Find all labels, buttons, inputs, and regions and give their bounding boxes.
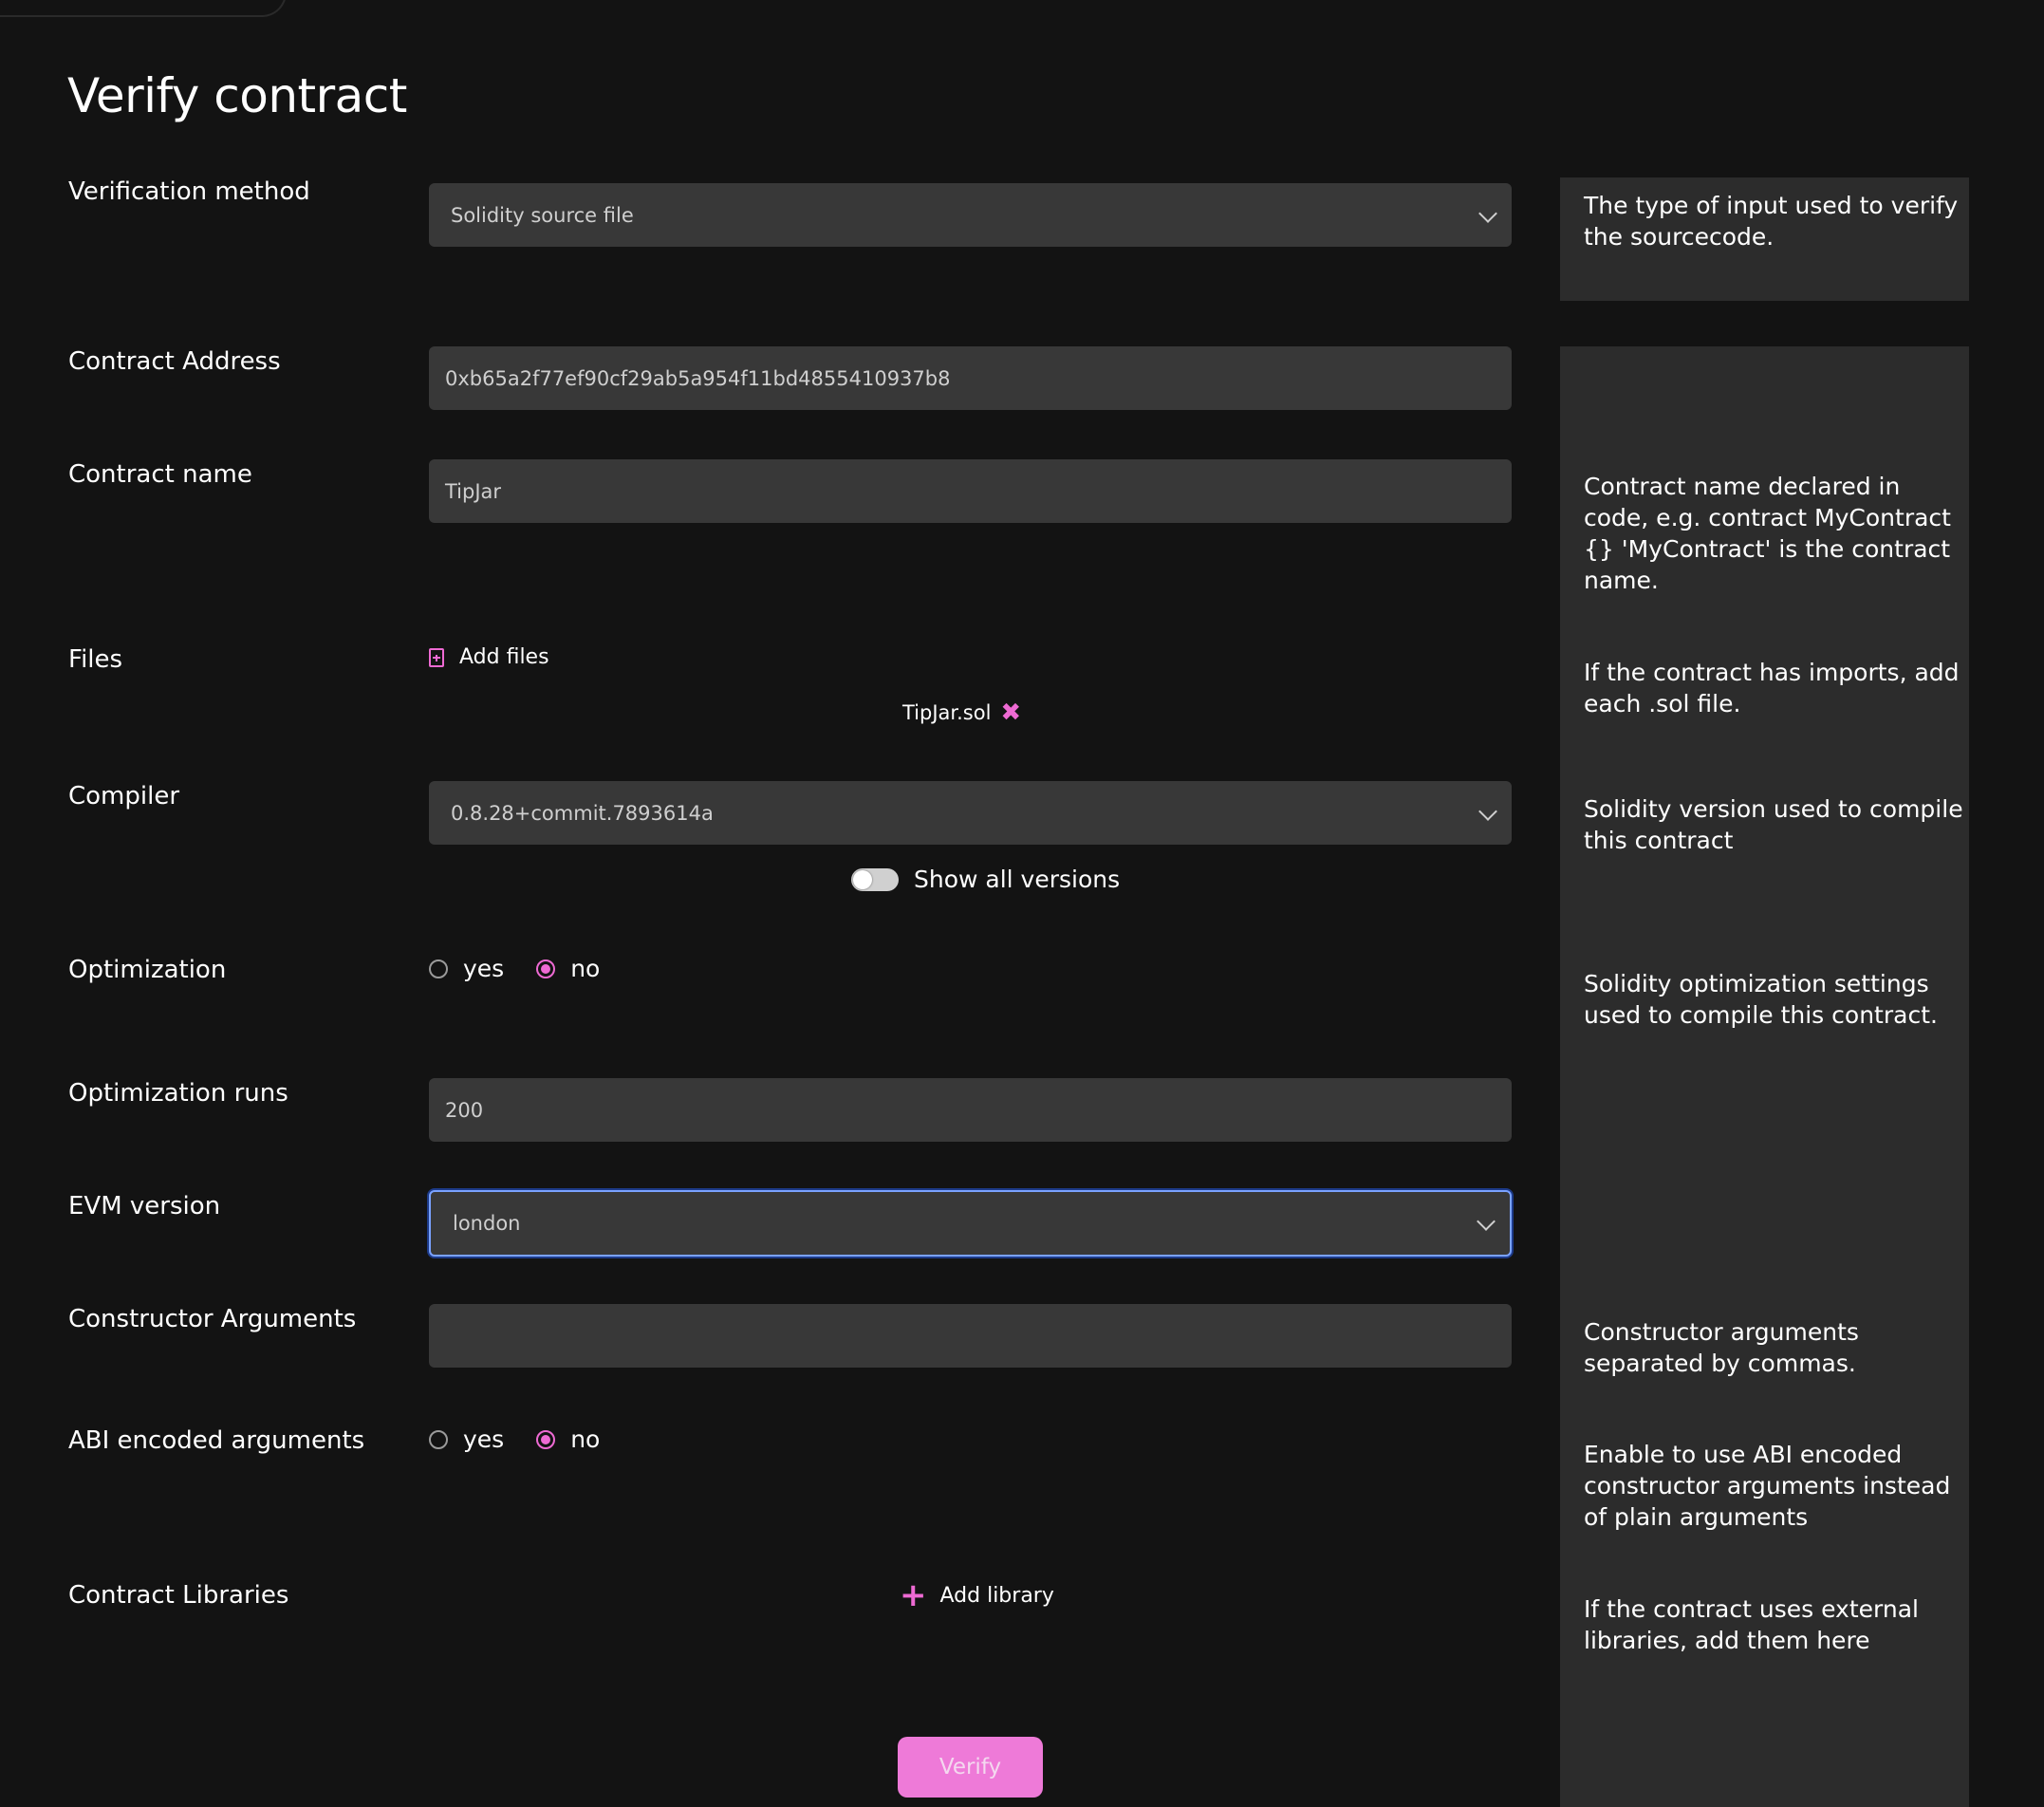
- abi-encoded-radio-group: yes no: [429, 1425, 632, 1453]
- compiler-label: Compiler: [68, 782, 180, 810]
- abi-encoded-yes-label: yes: [463, 1425, 505, 1453]
- verify-button[interactable]: Verify: [898, 1737, 1043, 1798]
- add-library-label: Add library: [939, 1583, 1054, 1608]
- file-chip: TipJar.sol ✖: [902, 700, 1021, 725]
- contract-address-value: 0xb65a2f77ef90cf29ab5a954f11bd4855410937…: [445, 366, 951, 390]
- files-label: Files: [68, 645, 123, 674]
- contract-name-value: TipJar: [445, 479, 502, 503]
- evm-version-select[interactable]: london: [429, 1190, 1512, 1257]
- constructor-arguments-help: Constructor arguments separated by comma…: [1584, 1318, 1859, 1377]
- optimization-runs-value: 200: [445, 1098, 484, 1122]
- optimization-no-radio[interactable]: [536, 959, 556, 978]
- verification-method-label: Verification method: [68, 177, 310, 206]
- contract-libraries-label: Contract Libraries: [68, 1581, 289, 1610]
- constructor-arguments-label: Constructor Arguments: [68, 1305, 357, 1333]
- contract-address-input[interactable]: 0xb65a2f77ef90cf29ab5a954f11bd4855410937…: [429, 346, 1512, 410]
- show-all-versions-label: Show all versions: [914, 866, 1121, 893]
- show-all-versions-toggle[interactable]: [851, 867, 899, 891]
- page-title: Verify contract: [67, 68, 407, 123]
- optimization-help: Solidity optimization settings used to c…: [1584, 970, 1938, 1029]
- show-all-versions-row: Show all versions: [851, 866, 1120, 893]
- compiler-help: Solidity version used to compile this co…: [1584, 795, 1963, 854]
- constructor-arguments-input[interactable]: [429, 1304, 1512, 1368]
- optimization-label: Optimization: [68, 956, 227, 984]
- file-plus-icon: [429, 647, 444, 667]
- verification-method-help: The type of input used to verify the sou…: [1584, 192, 1959, 251]
- chevron-down-icon: [1478, 203, 1497, 223]
- top-tab-edge: [0, 0, 287, 17]
- file-name: TipJar.sol: [902, 701, 992, 724]
- contract-address-label: Contract Address: [68, 347, 281, 376]
- close-icon[interactable]: ✖: [1000, 700, 1021, 725]
- abi-encoded-label: ABI encoded arguments: [68, 1426, 365, 1455]
- optimization-yes-label: yes: [463, 955, 505, 982]
- abi-encoded-no-label: no: [570, 1425, 601, 1453]
- optimization-radio-group: yes no: [429, 955, 632, 982]
- add-files-label: Add files: [459, 645, 549, 669]
- abi-encoded-yes-radio[interactable]: [429, 1429, 448, 1449]
- evm-version-label: EVM version: [68, 1192, 221, 1220]
- abi-encoded-yes-option[interactable]: yes: [429, 1425, 504, 1453]
- contract-name-input[interactable]: TipJar: [429, 459, 1512, 523]
- chevron-down-icon: [1477, 1212, 1496, 1231]
- verification-method-value: Solidity source file: [451, 203, 634, 227]
- optimization-runs-input[interactable]: 200: [429, 1078, 1512, 1142]
- optimization-no-option[interactable]: no: [536, 955, 600, 982]
- optimization-runs-label: Optimization runs: [68, 1079, 288, 1108]
- add-library-button[interactable]: + Add library: [900, 1579, 1054, 1611]
- contract-name-help: Contract name declared in code, e.g. con…: [1584, 473, 1951, 594]
- plus-icon: +: [900, 1576, 927, 1614]
- abi-encoded-help: Enable to use ABI encoded constructor ar…: [1584, 1441, 1951, 1531]
- add-files-button[interactable]: Add files: [429, 645, 549, 669]
- optimization-no-label: no: [570, 955, 601, 982]
- compiler-select[interactable]: 0.8.28+commit.7893614a: [429, 781, 1512, 845]
- contract-name-label: Contract name: [68, 460, 252, 489]
- chevron-down-icon: [1478, 801, 1497, 821]
- contract-libraries-help: If the contract uses external libraries,…: [1584, 1595, 1919, 1654]
- compiler-value: 0.8.28+commit.7893614a: [451, 801, 714, 825]
- verify-contract-page: Verify contract Verification method Soli…: [0, 0, 2044, 1807]
- abi-encoded-no-option[interactable]: no: [536, 1425, 600, 1453]
- files-help: If the contract has imports, add each .s…: [1584, 659, 1960, 717]
- optimization-yes-option[interactable]: yes: [429, 955, 504, 982]
- optimization-yes-radio[interactable]: [429, 959, 448, 978]
- abi-encoded-no-radio[interactable]: [536, 1429, 556, 1449]
- verification-method-select[interactable]: Solidity source file: [429, 183, 1512, 247]
- evm-version-value: london: [453, 1212, 521, 1235]
